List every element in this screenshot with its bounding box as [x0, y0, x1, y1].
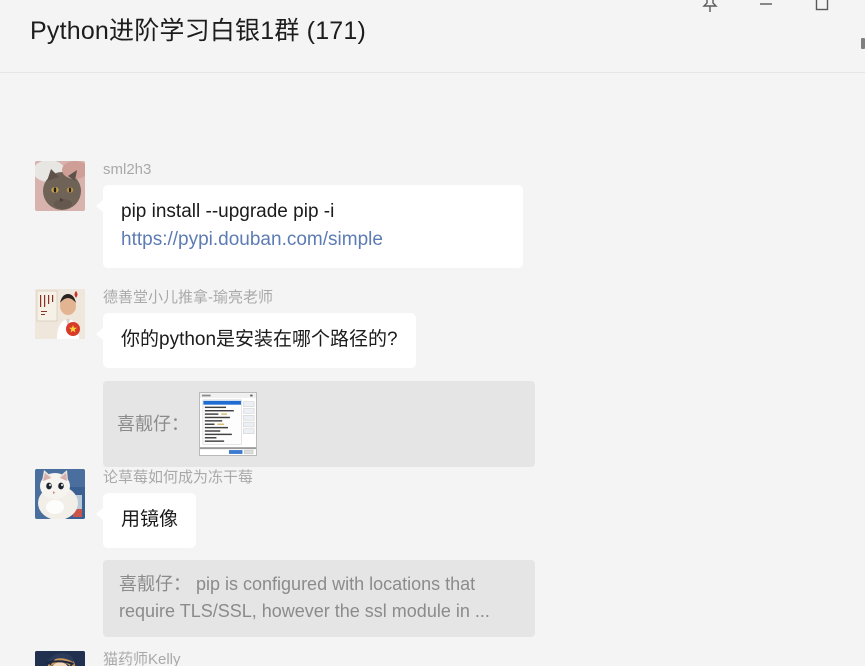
chat-message: 猫药师Kelly 应该是装了conda又另外装了python，路径不对	[0, 651, 865, 666]
maximize-icon[interactable]	[807, 0, 837, 17]
message-bubble[interactable]: 你的python是安装在哪个路径的?	[96, 313, 416, 368]
message-sender: 德善堂小儿推拿-瑜亮老师	[103, 289, 273, 306]
window-controls	[695, 0, 837, 17]
chat-message: sml2h3 pip install --upgrade pip -i http…	[0, 161, 865, 268]
quoted-message[interactable]: 喜靓仔：	[103, 381, 865, 467]
message-text: 用镜像	[121, 509, 179, 530]
chat-title: Python进阶学习白银1群 (171)	[30, 17, 367, 45]
pin-icon[interactable]	[695, 0, 725, 17]
avatar[interactable]	[35, 469, 85, 519]
message-bubble[interactable]: 用镜像	[95, 493, 197, 548]
quoted-message[interactable]: 喜靓仔： pip is configured with locations th…	[103, 560, 865, 637]
avatar[interactable]	[35, 651, 85, 666]
window-titlebar: Python进阶学习白银1群 (171)	[0, 0, 865, 73]
quoted-image-thumbnail[interactable]	[199, 392, 257, 456]
message-link[interactable]: https://pypi.douban.com/simple	[121, 229, 383, 250]
message-sender: 论草莓如何成为冻干莓	[103, 469, 254, 486]
window-edge-scrollbar-marker[interactable]	[861, 38, 865, 49]
quoted-message-bubble[interactable]: 喜靓仔： pip is configured with locations th…	[103, 560, 535, 637]
message-sender: sml2h3	[103, 161, 152, 178]
quoted-message-bubble[interactable]: 喜靓仔：	[103, 381, 535, 467]
chat-message-list[interactable]: sml2h3 pip install --upgrade pip -i http…	[0, 73, 865, 666]
quoted-sender: 喜靓仔：	[119, 574, 191, 594]
message-text: 你的python是安装在哪个路径的?	[121, 329, 398, 350]
message-sender: 猫药师Kelly	[103, 651, 181, 666]
quoted-sender: 喜靓仔：	[117, 413, 189, 434]
message-text: pip install --upgrade pip -i	[121, 201, 335, 222]
minimize-icon[interactable]	[751, 0, 781, 17]
chat-message: 德善堂小儿推拿-瑜亮老师 你的python是安装在哪个路径的?	[0, 289, 865, 368]
avatar[interactable]	[35, 161, 85, 211]
message-bubble[interactable]: pip install --upgrade pip -i https://pyp…	[96, 185, 523, 268]
chat-message: 论草莓如何成为冻干莓 用镜像	[0, 469, 865, 548]
avatar[interactable]	[35, 289, 85, 339]
